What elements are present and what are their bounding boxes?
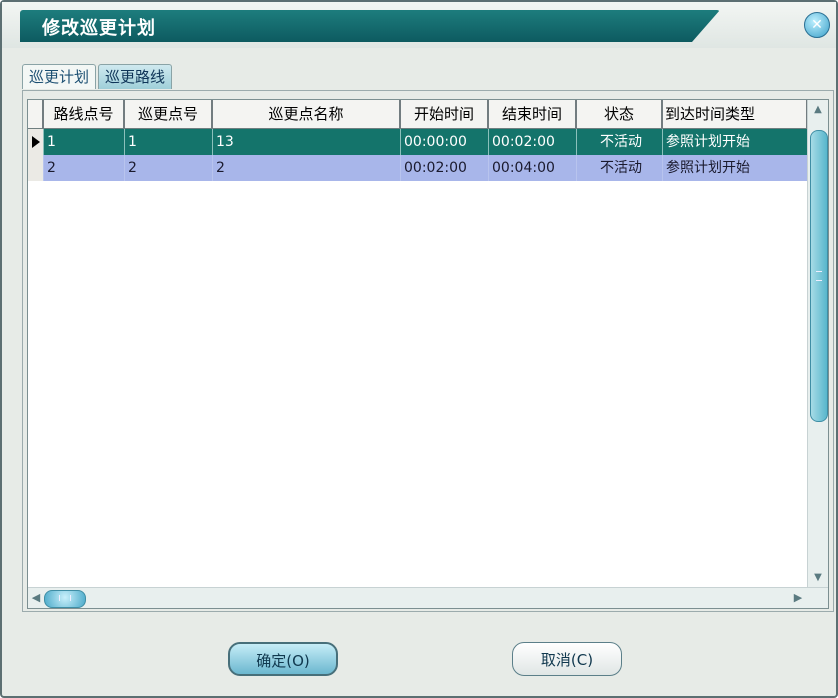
- table-cell[interactable]: 2: [213, 155, 401, 181]
- vertical-scroll-thumb[interactable]: [810, 130, 828, 422]
- column-header[interactable]: 状态: [577, 100, 663, 128]
- table-cell[interactable]: 2: [125, 155, 213, 181]
- tab-panel: 路线点号 巡更点号 巡更点名称 开始时间 结束时间 状态 到达时间类型 1 1 …: [22, 90, 834, 612]
- scroll-left-icon[interactable]: ◀: [30, 592, 42, 604]
- column-header[interactable]: 开始时间: [401, 100, 489, 128]
- grip-icon: [816, 271, 822, 281]
- table-cell[interactable]: 13: [213, 129, 401, 155]
- cancel-button[interactable]: 取消(C): [512, 642, 622, 676]
- tab-strip: 巡更计划 巡更路线: [22, 64, 173, 90]
- table-cell[interactable]: 不活动: [577, 155, 663, 181]
- table-cell[interactable]: 00:02:00: [401, 155, 489, 181]
- row-indicator: [28, 155, 44, 181]
- table-cell[interactable]: 00:04:00: [489, 155, 577, 181]
- table-cell[interactable]: 00:02:00: [489, 129, 577, 155]
- column-header[interactable]: 到达时间类型: [663, 100, 808, 128]
- table-cell[interactable]: 1: [125, 129, 213, 155]
- column-header[interactable]: 结束时间: [489, 100, 577, 128]
- table-cell[interactable]: 参照计划开始: [663, 129, 808, 155]
- route-grid: 路线点号 巡更点号 巡更点名称 开始时间 结束时间 状态 到达时间类型 1 1 …: [27, 99, 829, 609]
- table-cell[interactable]: 参照计划开始: [663, 155, 808, 181]
- table-cell[interactable]: 1: [44, 129, 125, 155]
- scroll-up-icon[interactable]: ▲: [812, 104, 824, 116]
- vertical-scrollbar[interactable]: ▲ ▼: [807, 100, 828, 588]
- table-cell[interactable]: 不活动: [577, 129, 663, 155]
- column-header[interactable]: 巡更点名称: [213, 100, 401, 128]
- title-bar: 修改巡更计划 ✕: [2, 2, 836, 48]
- ok-button[interactable]: 确定(O): [228, 642, 338, 676]
- table-cell[interactable]: 2: [44, 155, 125, 181]
- column-header[interactable]: 巡更点号: [125, 100, 213, 128]
- table-cell[interactable]: 00:00:00: [401, 129, 489, 155]
- horizontal-scroll-thumb[interactable]: [44, 590, 86, 608]
- grid-header: 路线点号 巡更点号 巡更点名称 开始时间 结束时间 状态 到达时间类型: [28, 100, 808, 129]
- dialog-window: 修改巡更计划 ✕ 巡更计划 巡更路线 路线点号 巡更点号 巡更点名称 开始时间 …: [0, 0, 838, 698]
- row-pointer-icon: [28, 129, 44, 155]
- scroll-down-icon[interactable]: ▼: [812, 572, 824, 584]
- grid-header-indicator: [28, 100, 44, 128]
- horizontal-scrollbar[interactable]: ◀ ▶: [28, 587, 828, 608]
- column-header[interactable]: 路线点号: [44, 100, 125, 128]
- table-row[interactable]: 1 1 13 00:00:00 00:02:00 不活动 参照计划开始: [28, 129, 808, 155]
- table-row[interactable]: 2 2 2 00:02:00 00:04:00 不活动 参照计划开始: [28, 155, 808, 181]
- grip-icon: [59, 595, 71, 601]
- tab-patrol-route[interactable]: 巡更路线: [98, 64, 173, 89]
- window-title: 修改巡更计划: [42, 18, 156, 39]
- close-icon[interactable]: ✕: [804, 12, 830, 38]
- tab-patrol-plan[interactable]: 巡更计划: [22, 64, 97, 89]
- scroll-right-icon[interactable]: ▶: [792, 592, 804, 604]
